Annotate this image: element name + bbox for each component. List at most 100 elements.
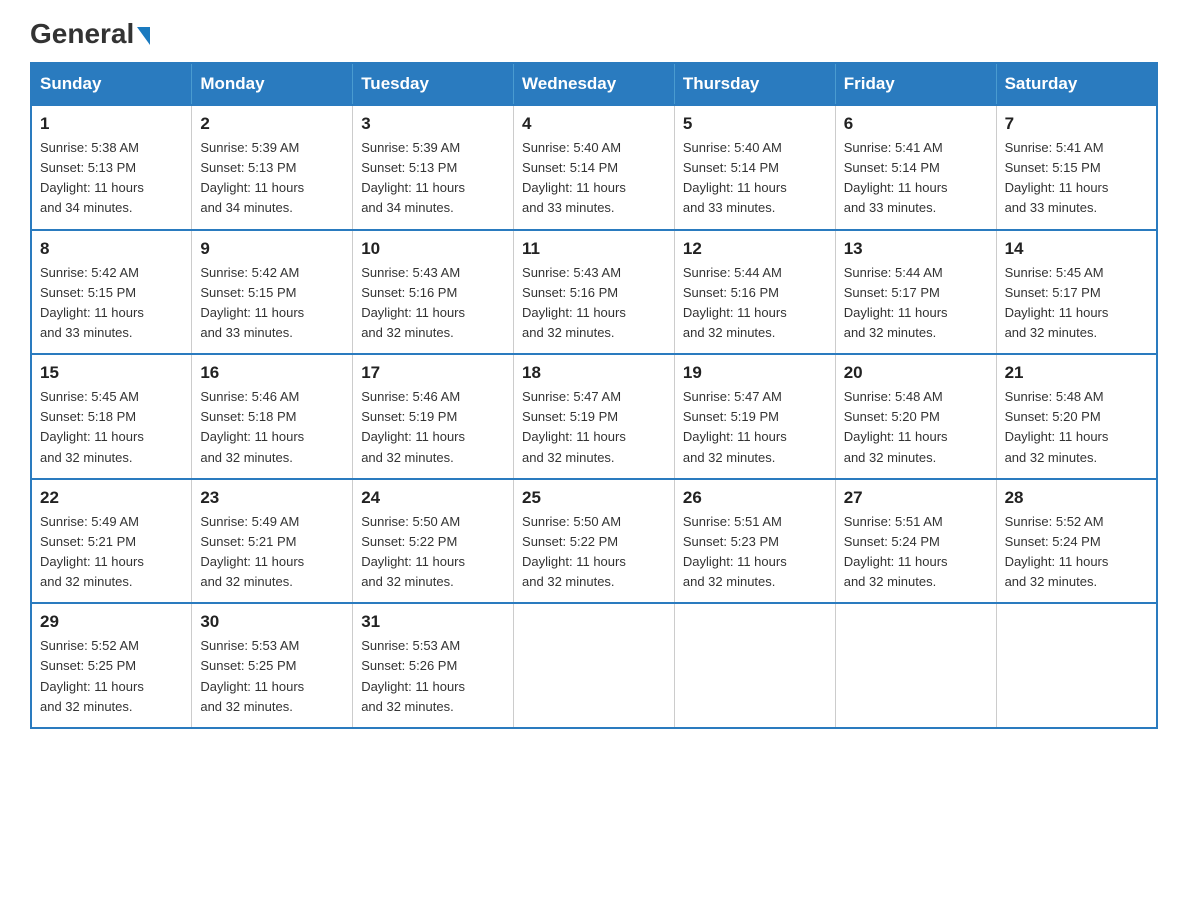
day-info: Sunrise: 5:50 AMSunset: 5:22 PMDaylight:… (361, 512, 505, 593)
weekday-header-wednesday: Wednesday (514, 63, 675, 105)
day-info: Sunrise: 5:48 AMSunset: 5:20 PMDaylight:… (844, 387, 988, 468)
calendar-cell: 6 Sunrise: 5:41 AMSunset: 5:14 PMDayligh… (835, 105, 996, 230)
calendar-cell: 20 Sunrise: 5:48 AMSunset: 5:20 PMDaylig… (835, 354, 996, 479)
calendar-cell: 9 Sunrise: 5:42 AMSunset: 5:15 PMDayligh… (192, 230, 353, 355)
calendar-cell: 25 Sunrise: 5:50 AMSunset: 5:22 PMDaylig… (514, 479, 675, 604)
day-info: Sunrise: 5:43 AMSunset: 5:16 PMDaylight:… (361, 263, 505, 344)
calendar-cell: 19 Sunrise: 5:47 AMSunset: 5:19 PMDaylig… (674, 354, 835, 479)
day-info: Sunrise: 5:40 AMSunset: 5:14 PMDaylight:… (683, 138, 827, 219)
day-number: 15 (40, 363, 183, 383)
calendar-cell (835, 603, 996, 728)
logo-text-line1: General (30, 20, 150, 48)
day-number: 9 (200, 239, 344, 259)
calendar-cell: 23 Sunrise: 5:49 AMSunset: 5:21 PMDaylig… (192, 479, 353, 604)
weekday-header-monday: Monday (192, 63, 353, 105)
day-info: Sunrise: 5:46 AMSunset: 5:19 PMDaylight:… (361, 387, 505, 468)
calendar-cell: 10 Sunrise: 5:43 AMSunset: 5:16 PMDaylig… (353, 230, 514, 355)
day-info: Sunrise: 5:43 AMSunset: 5:16 PMDaylight:… (522, 263, 666, 344)
day-number: 17 (361, 363, 505, 383)
day-info: Sunrise: 5:51 AMSunset: 5:23 PMDaylight:… (683, 512, 827, 593)
day-info: Sunrise: 5:39 AMSunset: 5:13 PMDaylight:… (200, 138, 344, 219)
day-number: 21 (1005, 363, 1148, 383)
calendar-cell: 5 Sunrise: 5:40 AMSunset: 5:14 PMDayligh… (674, 105, 835, 230)
day-number: 19 (683, 363, 827, 383)
day-info: Sunrise: 5:42 AMSunset: 5:15 PMDaylight:… (40, 263, 183, 344)
day-number: 8 (40, 239, 183, 259)
calendar-cell: 26 Sunrise: 5:51 AMSunset: 5:23 PMDaylig… (674, 479, 835, 604)
calendar-cell: 27 Sunrise: 5:51 AMSunset: 5:24 PMDaylig… (835, 479, 996, 604)
day-number: 14 (1005, 239, 1148, 259)
day-number: 2 (200, 114, 344, 134)
day-info: Sunrise: 5:47 AMSunset: 5:19 PMDaylight:… (683, 387, 827, 468)
day-info: Sunrise: 5:42 AMSunset: 5:15 PMDaylight:… (200, 263, 344, 344)
day-info: Sunrise: 5:38 AMSunset: 5:13 PMDaylight:… (40, 138, 183, 219)
day-number: 29 (40, 612, 183, 632)
day-info: Sunrise: 5:39 AMSunset: 5:13 PMDaylight:… (361, 138, 505, 219)
day-number: 25 (522, 488, 666, 508)
calendar-cell: 1 Sunrise: 5:38 AMSunset: 5:13 PMDayligh… (31, 105, 192, 230)
calendar-cell: 3 Sunrise: 5:39 AMSunset: 5:13 PMDayligh… (353, 105, 514, 230)
day-number: 11 (522, 239, 666, 259)
calendar-week-row: 15 Sunrise: 5:45 AMSunset: 5:18 PMDaylig… (31, 354, 1157, 479)
day-number: 23 (200, 488, 344, 508)
day-number: 7 (1005, 114, 1148, 134)
calendar-week-row: 29 Sunrise: 5:52 AMSunset: 5:25 PMDaylig… (31, 603, 1157, 728)
day-number: 4 (522, 114, 666, 134)
day-number: 30 (200, 612, 344, 632)
calendar-week-row: 8 Sunrise: 5:42 AMSunset: 5:15 PMDayligh… (31, 230, 1157, 355)
calendar-cell (674, 603, 835, 728)
day-number: 6 (844, 114, 988, 134)
calendar-cell: 15 Sunrise: 5:45 AMSunset: 5:18 PMDaylig… (31, 354, 192, 479)
day-info: Sunrise: 5:53 AMSunset: 5:25 PMDaylight:… (200, 636, 344, 717)
day-number: 27 (844, 488, 988, 508)
calendar-cell: 24 Sunrise: 5:50 AMSunset: 5:22 PMDaylig… (353, 479, 514, 604)
day-info: Sunrise: 5:41 AMSunset: 5:14 PMDaylight:… (844, 138, 988, 219)
day-number: 10 (361, 239, 505, 259)
calendar-cell: 16 Sunrise: 5:46 AMSunset: 5:18 PMDaylig… (192, 354, 353, 479)
calendar-cell: 7 Sunrise: 5:41 AMSunset: 5:15 PMDayligh… (996, 105, 1157, 230)
day-number: 20 (844, 363, 988, 383)
day-number: 18 (522, 363, 666, 383)
calendar-week-row: 1 Sunrise: 5:38 AMSunset: 5:13 PMDayligh… (31, 105, 1157, 230)
calendar-cell (514, 603, 675, 728)
day-number: 26 (683, 488, 827, 508)
calendar-cell: 30 Sunrise: 5:53 AMSunset: 5:25 PMDaylig… (192, 603, 353, 728)
day-info: Sunrise: 5:49 AMSunset: 5:21 PMDaylight:… (40, 512, 183, 593)
calendar-cell: 4 Sunrise: 5:40 AMSunset: 5:14 PMDayligh… (514, 105, 675, 230)
day-number: 22 (40, 488, 183, 508)
weekday-header-thursday: Thursday (674, 63, 835, 105)
day-info: Sunrise: 5:45 AMSunset: 5:17 PMDaylight:… (1005, 263, 1148, 344)
day-info: Sunrise: 5:46 AMSunset: 5:18 PMDaylight:… (200, 387, 344, 468)
calendar-cell: 11 Sunrise: 5:43 AMSunset: 5:16 PMDaylig… (514, 230, 675, 355)
calendar-cell: 28 Sunrise: 5:52 AMSunset: 5:24 PMDaylig… (996, 479, 1157, 604)
calendar-cell: 22 Sunrise: 5:49 AMSunset: 5:21 PMDaylig… (31, 479, 192, 604)
day-info: Sunrise: 5:52 AMSunset: 5:25 PMDaylight:… (40, 636, 183, 717)
weekday-header-sunday: Sunday (31, 63, 192, 105)
day-info: Sunrise: 5:52 AMSunset: 5:24 PMDaylight:… (1005, 512, 1148, 593)
calendar-table: SundayMondayTuesdayWednesdayThursdayFrid… (30, 62, 1158, 729)
calendar-week-row: 22 Sunrise: 5:49 AMSunset: 5:21 PMDaylig… (31, 479, 1157, 604)
day-info: Sunrise: 5:51 AMSunset: 5:24 PMDaylight:… (844, 512, 988, 593)
weekday-header-friday: Friday (835, 63, 996, 105)
day-info: Sunrise: 5:50 AMSunset: 5:22 PMDaylight:… (522, 512, 666, 593)
calendar-cell: 2 Sunrise: 5:39 AMSunset: 5:13 PMDayligh… (192, 105, 353, 230)
day-number: 16 (200, 363, 344, 383)
day-number: 28 (1005, 488, 1148, 508)
day-number: 5 (683, 114, 827, 134)
calendar-header-row: SundayMondayTuesdayWednesdayThursdayFrid… (31, 63, 1157, 105)
day-number: 12 (683, 239, 827, 259)
calendar-cell: 8 Sunrise: 5:42 AMSunset: 5:15 PMDayligh… (31, 230, 192, 355)
weekday-header-saturday: Saturday (996, 63, 1157, 105)
day-number: 31 (361, 612, 505, 632)
day-info: Sunrise: 5:41 AMSunset: 5:15 PMDaylight:… (1005, 138, 1148, 219)
page-header: General (30, 20, 1158, 46)
calendar-cell: 12 Sunrise: 5:44 AMSunset: 5:16 PMDaylig… (674, 230, 835, 355)
calendar-cell (996, 603, 1157, 728)
calendar-cell: 18 Sunrise: 5:47 AMSunset: 5:19 PMDaylig… (514, 354, 675, 479)
day-number: 1 (40, 114, 183, 134)
day-info: Sunrise: 5:40 AMSunset: 5:14 PMDaylight:… (522, 138, 666, 219)
day-number: 3 (361, 114, 505, 134)
weekday-header-tuesday: Tuesday (353, 63, 514, 105)
calendar-cell: 13 Sunrise: 5:44 AMSunset: 5:17 PMDaylig… (835, 230, 996, 355)
day-info: Sunrise: 5:47 AMSunset: 5:19 PMDaylight:… (522, 387, 666, 468)
